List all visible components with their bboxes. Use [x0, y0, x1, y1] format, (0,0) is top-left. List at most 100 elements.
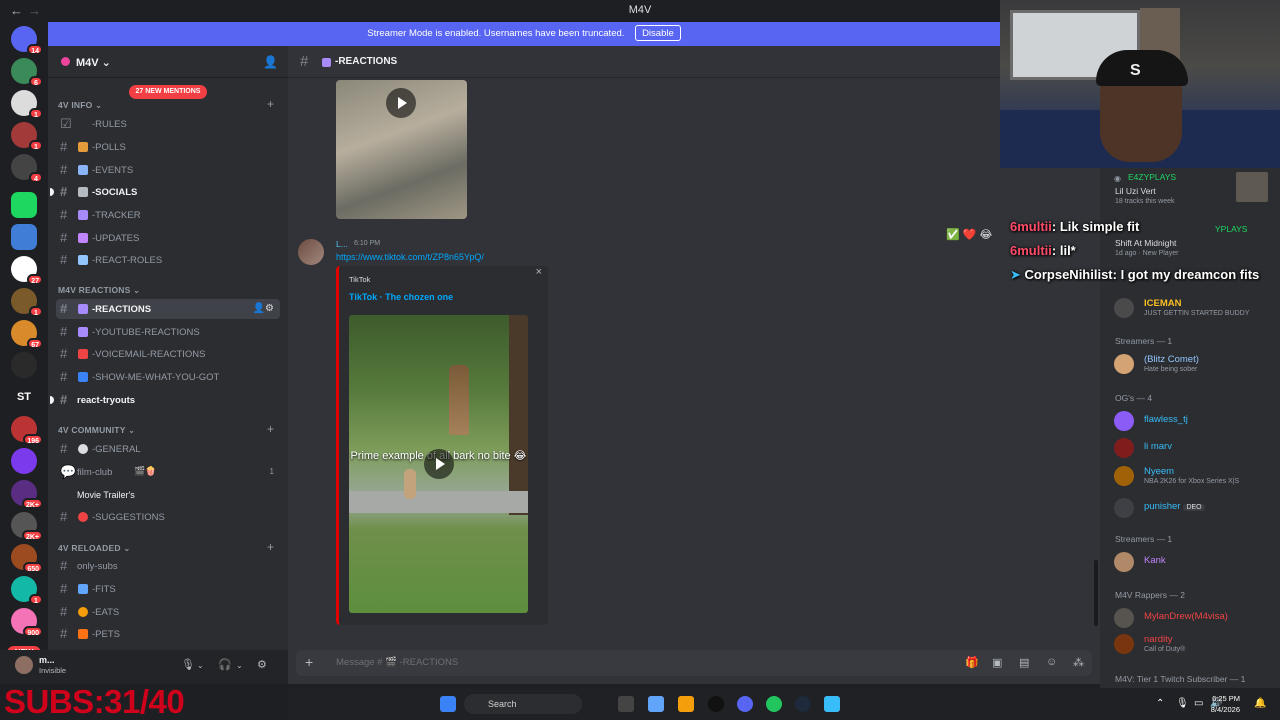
category-4v-community[interactable]: 4V COMMUNITY ⌄	[58, 425, 135, 436]
channel-react-tryouts[interactable]: # react-tryouts	[50, 390, 280, 410]
scrollbar[interactable]	[1094, 560, 1098, 626]
channel-youtube-reactions[interactable]: # -YOUTUBE-REACTIONS	[56, 322, 280, 342]
channel-show-me[interactable]: # -SHOW-ME-WHAT-YOU-GOT	[56, 367, 280, 387]
server-header[interactable]: M4V ⌄ 👤	[48, 46, 288, 78]
gear-icon[interactable]: ⚙	[257, 658, 267, 671]
add-channel-icon[interactable]: +	[267, 97, 274, 111]
server-icon[interactable]: 1	[11, 90, 43, 119]
chrome-icon[interactable]	[766, 696, 782, 712]
channel-general[interactable]: # -GENERAL	[56, 439, 280, 459]
server-icon[interactable]: 1	[11, 288, 43, 317]
microphone-icon[interactable]: 🎙	[1176, 698, 1189, 709]
channel-updates[interactable]: # -UPDATES	[56, 228, 280, 248]
category-m4v-reactions[interactable]: M4V REACTIONS ⌄	[58, 285, 140, 296]
channel-settings-icon[interactable]: 👤⚙	[253, 303, 274, 314]
taskbar-clock[interactable]: 6:25 PM 8/4/2026	[1211, 693, 1240, 715]
channel-react-roles[interactable]: # -REACT-ROLES	[56, 250, 280, 270]
close-icon[interactable]: ×	[536, 266, 542, 278]
member-kank[interactable]: Kank	[1114, 550, 1274, 576]
message-input[interactable]: Message # 🎬 -REACTIONS	[336, 657, 458, 668]
disable-button[interactable]: Disable	[635, 25, 681, 41]
category-4v-info[interactable]: 4V INFO ⌄	[58, 100, 102, 111]
headphones-icon[interactable]: 🎧	[218, 658, 232, 671]
member-flawless-tj[interactable]: flawless_tj	[1114, 409, 1274, 435]
channel-rules[interactable]: ☑ -RULES	[56, 114, 280, 134]
server-icon[interactable]: 1	[11, 576, 43, 605]
play-icon[interactable]	[424, 449, 454, 479]
channel-reactions[interactable]: # -REACTIONS 👤⚙	[56, 299, 280, 319]
server-icon[interactable]: 196	[11, 416, 43, 445]
add-attachment-icon[interactable]: +	[305, 654, 313, 670]
channel-polls[interactable]: # -POLLS	[56, 137, 280, 157]
avatar[interactable]	[298, 239, 324, 265]
add-channel-icon[interactable]: +	[267, 540, 274, 554]
server-icon[interactable]: 4	[11, 154, 43, 183]
server-icon[interactable]	[11, 448, 37, 474]
thread-movie-trailers[interactable]: Movie Trailer's	[56, 485, 280, 505]
member-nardity[interactable]: nardity Call of Duty®	[1114, 632, 1274, 658]
invite-icon[interactable]: 👤	[263, 55, 278, 69]
new-mentions-pill[interactable]: 27 NEW MENTIONS	[129, 85, 207, 99]
play-icon[interactable]	[386, 88, 416, 118]
chevron-down-icon[interactable]: ⌄	[197, 661, 204, 670]
gift-icon[interactable]: 🎁	[965, 656, 979, 669]
member-punisher[interactable]: punisher DEO	[1114, 496, 1274, 522]
server-icon[interactable]: 67	[11, 320, 43, 349]
server-icon[interactable]	[11, 352, 37, 378]
server-icon[interactable]: 2K+	[11, 512, 43, 541]
channel-pets[interactable]: # -PETS	[56, 624, 280, 644]
reaction-emojis[interactable]: ✅ ❤️ 😂	[946, 228, 992, 241]
chevron-down-icon[interactable]: ⌄	[236, 661, 243, 670]
message-link[interactable]: https://www.tiktok.com/t/ZP8n65YpQ/	[336, 252, 484, 262]
category-4v-reloaded[interactable]: 4V RELOADED ⌄	[58, 543, 131, 554]
gif-icon[interactable]: ▣	[992, 656, 1002, 669]
steam-icon[interactable]	[795, 696, 811, 712]
channel-eats[interactable]: # -EATS	[56, 602, 280, 622]
add-channel-icon[interactable]: +	[267, 422, 274, 436]
copilot-icon[interactable]	[648, 696, 664, 712]
taskbar-search[interactable]: Search	[464, 694, 582, 714]
channel-events[interactable]: # -EVENTS	[56, 160, 280, 180]
server-icon[interactable]: 1	[11, 122, 43, 151]
home-button[interactable]: 14	[11, 26, 43, 55]
channel-voicemail-reactions[interactable]: # -VOICEMAIL-REACTIONS	[56, 344, 280, 364]
server-icon[interactable]: ST	[11, 384, 37, 410]
notification-bell-icon[interactable]: 🔔	[1254, 698, 1266, 709]
channel-fits[interactable]: # -FITS	[56, 579, 280, 599]
server-icon[interactable]: 650	[11, 544, 43, 573]
channel-socials[interactable]: # -SOCIALS	[50, 182, 280, 202]
network-icon[interactable]: ▭	[1194, 698, 1203, 709]
embed-title[interactable]: TikTok · The chozen one	[349, 292, 453, 302]
member-nyeem[interactable]: Nyeem NBA 2K26 for Xbox Series X|S	[1114, 464, 1274, 490]
server-icon[interactable]: 900	[11, 608, 43, 637]
task-view-icon[interactable]	[618, 696, 634, 712]
avatar[interactable]	[15, 656, 33, 674]
sticker-icon[interactable]: ▤	[1019, 656, 1029, 669]
server-icon[interactable]: 2K+	[11, 480, 43, 509]
channel-film-club[interactable]: 💬 film-club 🎬🍿 1	[56, 462, 280, 482]
server-icon-active[interactable]: 27	[11, 256, 43, 285]
obs-icon[interactable]	[708, 696, 724, 712]
message-composer[interactable]: + Message # 🎬 -REACTIONS 🎁 ▣ ▤ ☺ ⁂	[296, 650, 1092, 676]
chevron-up-icon[interactable]: ⌃	[1156, 698, 1164, 709]
message-author[interactable]: L...	[336, 239, 348, 249]
embed-video[interactable]: Prime example of all bark no bite 😂	[349, 315, 528, 613]
file-explorer-icon[interactable]	[678, 696, 694, 712]
member-mylandrew[interactable]: MylanDrew(M4visa)	[1114, 606, 1274, 632]
emoji-icon[interactable]: ☺	[1046, 656, 1057, 668]
apps-icon[interactable]: ⁂	[1073, 656, 1084, 669]
app-icon[interactable]	[824, 696, 840, 712]
microphone-icon[interactable]: 🎙	[181, 658, 195, 671]
server-icon[interactable]	[11, 224, 37, 250]
server-icon[interactable]	[11, 192, 37, 218]
windows-start-icon[interactable]	[440, 696, 456, 712]
member-li-marv[interactable]: li marv	[1114, 436, 1274, 462]
discord-icon[interactable]	[737, 696, 753, 712]
channel-only-subs[interactable]: # only-subs	[56, 556, 280, 576]
channel-suggestions[interactable]: # -SUGGESTIONS	[56, 507, 280, 527]
channel-tracker[interactable]: # -TRACKER	[56, 205, 280, 225]
video-attachment[interactable]	[336, 80, 467, 219]
member-iceman[interactable]: ICEMAN JUST GETTIN STARTED BUDDY	[1114, 296, 1274, 322]
server-icon[interactable]: 6	[11, 58, 43, 87]
member-blitz-comet[interactable]: (Blitz Comet) Hate being sober	[1114, 352, 1274, 378]
